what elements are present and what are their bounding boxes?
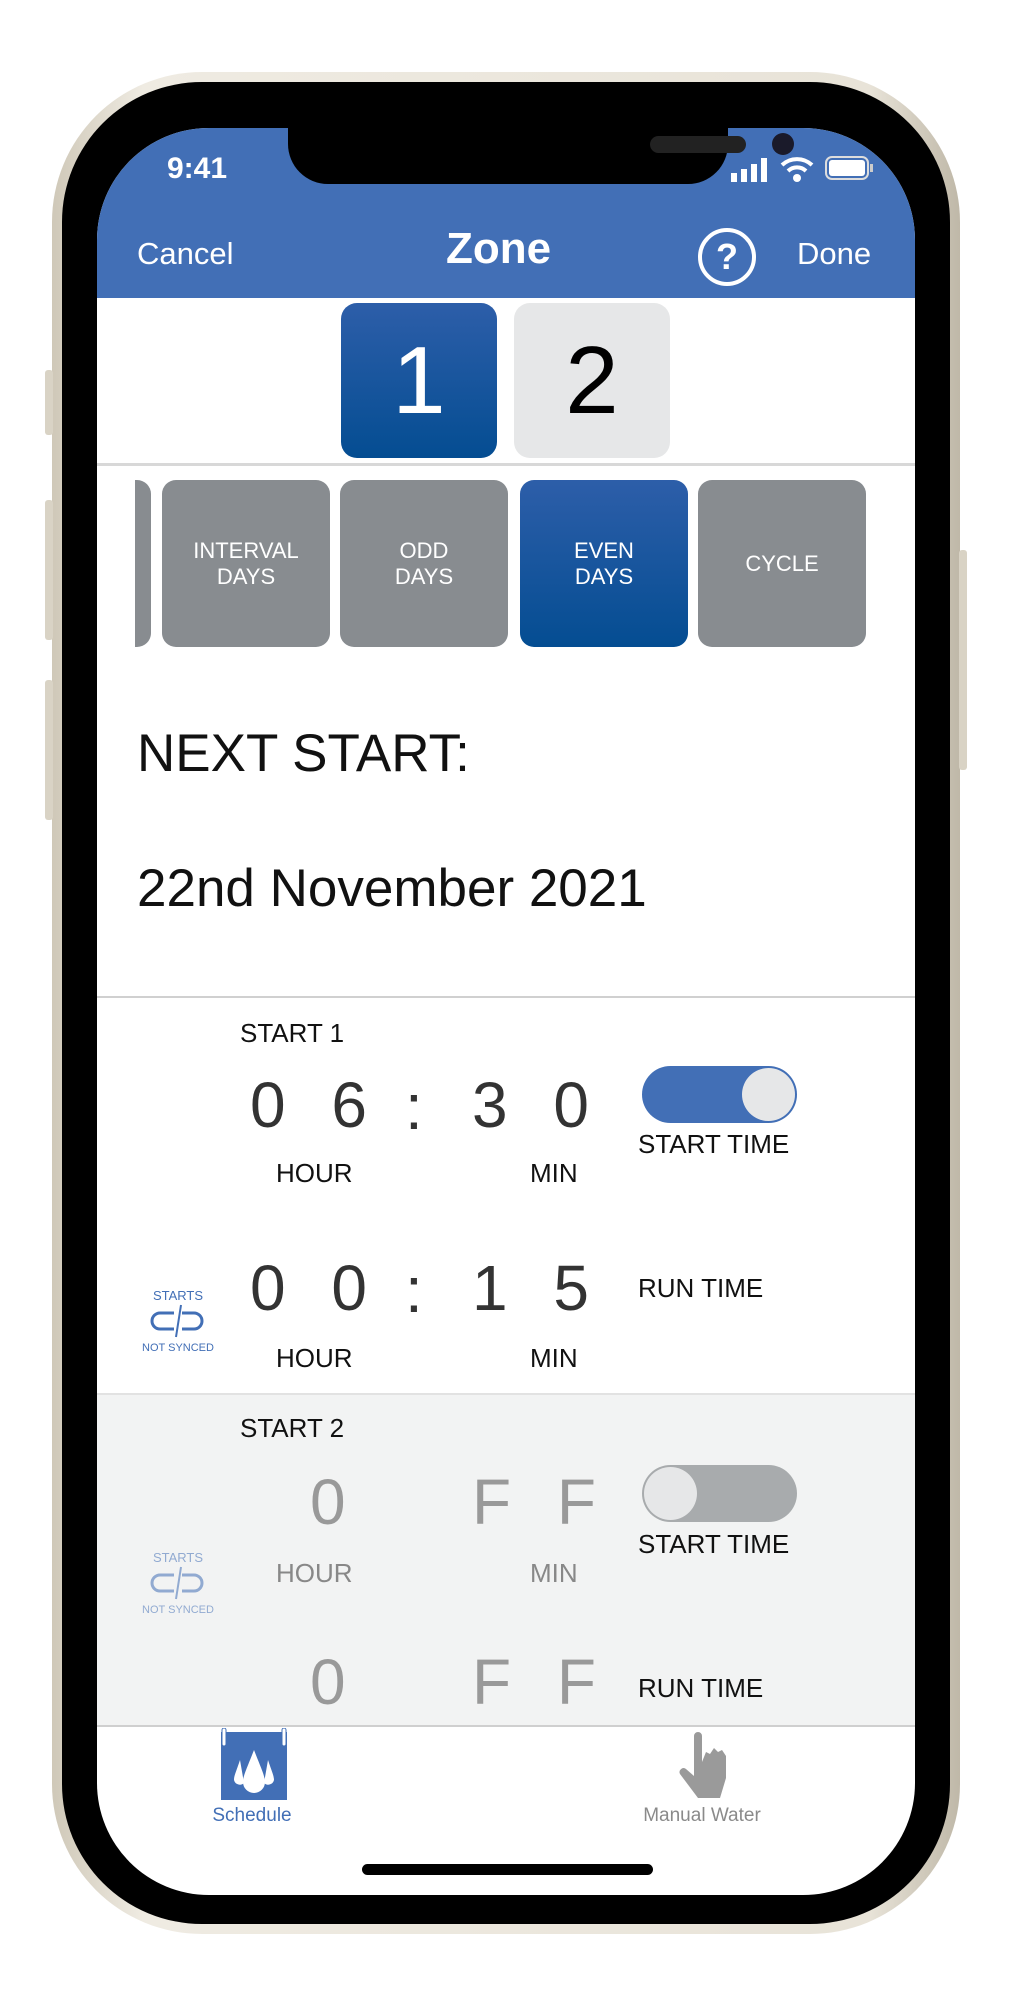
run-min-value[interactable]: F F — [472, 1645, 610, 1719]
even-days-button[interactable]: EVEN DAYS — [520, 480, 688, 647]
min-label: MIN — [530, 1158, 578, 1188]
page-title: Zone — [446, 224, 552, 273]
hour-label: HOUR — [276, 1558, 353, 1588]
starts-sync-indicator[interactable]: STARTS NOT SYNCED — [138, 1288, 218, 1354]
camera — [772, 133, 794, 155]
start-time-toggle[interactable] — [642, 1066, 797, 1123]
volume-up-button — [45, 500, 53, 640]
start-1-section: START 1 0 6 : 3 0 START TIME HOUR MIN ST… — [97, 998, 915, 1393]
next-start-date: 22nd November 2021 — [137, 859, 647, 918]
start-hour-value[interactable]: 0 6 — [250, 1068, 381, 1142]
sync-bottom-label: NOT SYNCED — [142, 1604, 214, 1616]
min-label: MIN — [530, 1558, 578, 1588]
start-time-label: START TIME — [638, 1529, 790, 1559]
run-hour-value[interactable]: 0 — [310, 1645, 360, 1719]
screen: 9:41 Cancel Zone ? Done 1 2 INTERVAL DAY… — [97, 128, 915, 1895]
water-drops-calendar-icon — [220, 1727, 287, 1800]
zone-1-button[interactable]: 1 — [341, 303, 497, 458]
hour-label: HOUR — [276, 1343, 353, 1373]
start-min-value[interactable]: 3 0 — [472, 1068, 603, 1142]
start-2-section: START 2 0 F F START TIME HOUR MIN STARTS… — [97, 1393, 915, 1725]
starts-sync-indicator[interactable]: STARTS NOT SYNCED — [138, 1550, 218, 1616]
volume-down-button — [45, 680, 53, 820]
cycle-button[interactable]: CYCLE — [698, 480, 866, 647]
zone-2-button[interactable]: 2 — [514, 303, 670, 458]
tab-bar-divider — [97, 1725, 915, 1727]
hour-label: HOUR — [276, 1158, 353, 1188]
home-indicator[interactable] — [362, 1864, 653, 1875]
colon: : — [405, 1254, 437, 1326]
done-button[interactable]: Done — [797, 236, 871, 272]
unlink-icon — [150, 1566, 204, 1600]
start-time-toggle[interactable] — [642, 1465, 797, 1522]
cancel-button[interactable]: Cancel — [137, 236, 234, 272]
status-time: 9:41 — [167, 152, 228, 185]
run-time-label: RUN TIME — [638, 1273, 764, 1303]
start-min-value[interactable]: F F — [472, 1465, 610, 1539]
speaker — [650, 136, 746, 153]
notch — [288, 128, 794, 184]
battery-icon — [825, 156, 873, 180]
run-hour-value[interactable]: 0 0 — [250, 1251, 381, 1325]
program-button-partial[interactable] — [135, 480, 151, 647]
start-title: START 1 — [240, 1018, 345, 1048]
start-time-label: START TIME — [638, 1129, 790, 1159]
tab-label: Manual Water — [643, 1805, 761, 1826]
min-label: MIN — [530, 1343, 578, 1373]
signal-icon — [731, 158, 767, 182]
sync-bottom-label: NOT SYNCED — [142, 1342, 214, 1354]
silent-switch — [45, 370, 53, 435]
start-title: START 2 — [240, 1413, 345, 1443]
unlink-icon — [150, 1304, 204, 1338]
divider — [97, 463, 915, 466]
question-circle-icon[interactable]: ? — [697, 227, 757, 287]
run-min-value[interactable]: 1 5 — [472, 1251, 603, 1325]
sync-top-label: STARTS — [152, 1288, 204, 1303]
svg-text:?: ? — [716, 236, 738, 277]
interval-days-button[interactable]: INTERVAL DAYS — [162, 480, 330, 647]
run-time-label: RUN TIME — [638, 1673, 764, 1703]
start-hour-value[interactable]: 0 — [310, 1465, 360, 1539]
tab-label: Schedule — [212, 1805, 292, 1826]
colon: : — [405, 1071, 437, 1143]
tab-schedule[interactable]: Schedule — [187, 1727, 317, 1828]
hand-pointer-icon — [679, 1732, 726, 1798]
tab-manual-water[interactable]: Manual Water — [627, 1728, 777, 1828]
power-button — [959, 550, 967, 770]
wifi-icon — [780, 157, 814, 182]
next-start-label: NEXT START: — [137, 724, 470, 783]
sync-top-label: STARTS — [152, 1550, 204, 1565]
odd-days-button[interactable]: ODD DAYS — [340, 480, 508, 647]
